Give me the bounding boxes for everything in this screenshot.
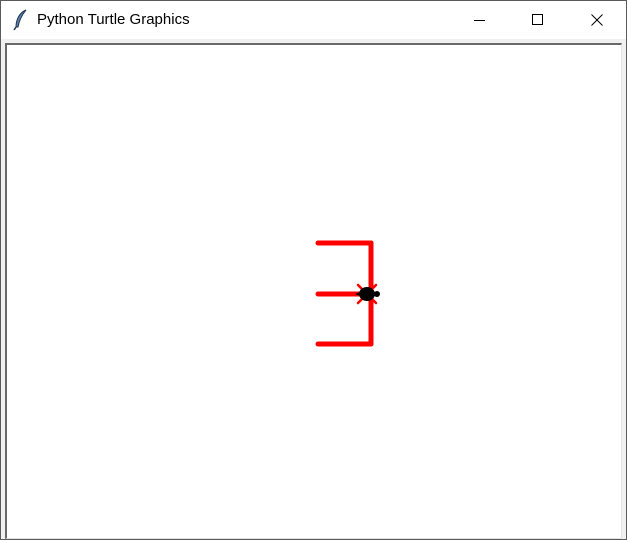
turtle-canvas[interactable]: [5, 43, 622, 539]
turtle-head: [374, 291, 380, 297]
close-icon: [591, 14, 603, 26]
close-button[interactable]: [568, 1, 626, 39]
drawing-surface: [315, 240, 380, 347]
client-area: [1, 39, 626, 539]
maximize-icon: [532, 14, 543, 25]
window-title: Python Turtle Graphics: [37, 11, 190, 28]
turtle-shell: [359, 287, 375, 301]
turtle-icon: [355, 283, 380, 305]
maximize-button[interactable]: [509, 1, 567, 39]
turtle-window: Python Turtle Graphics: [0, 0, 627, 540]
feather-icon: [13, 9, 27, 31]
minimize-icon: [474, 20, 485, 21]
title-bar[interactable]: Python Turtle Graphics: [1, 1, 626, 39]
minimize-button[interactable]: [451, 1, 509, 39]
